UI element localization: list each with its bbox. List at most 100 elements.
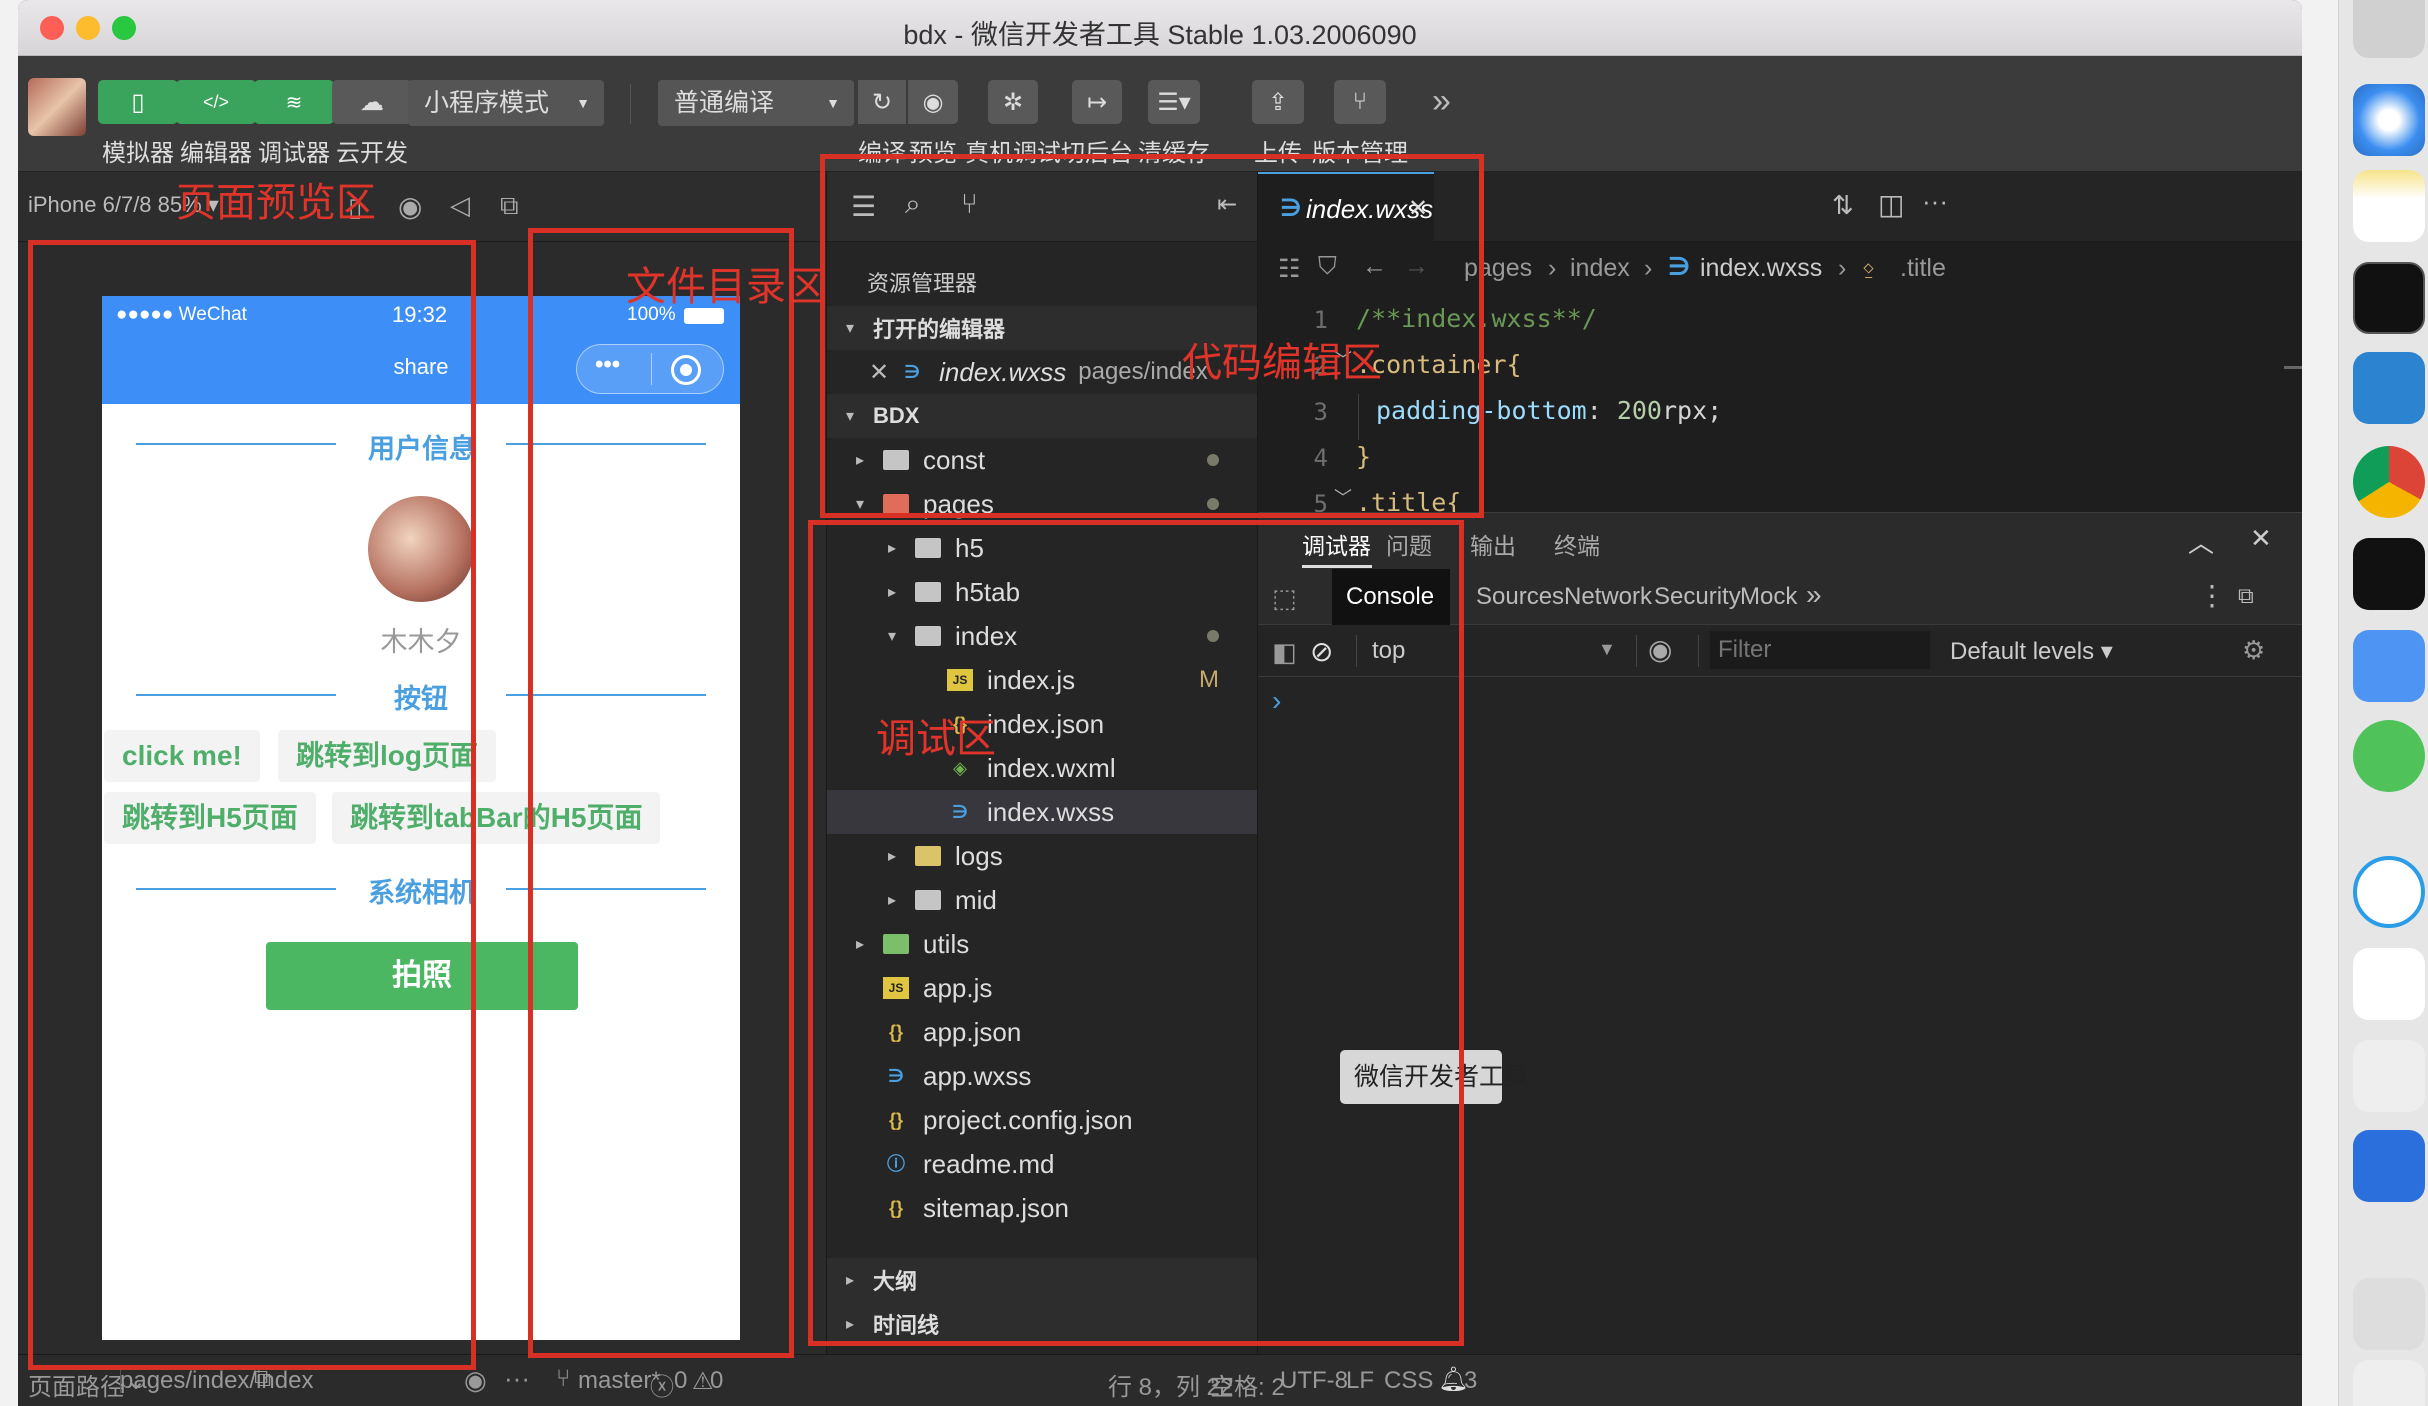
encoding[interactable]: UTF-8 — [1280, 1367, 1348, 1395]
more-tabs-icon[interactable]: » — [1806, 579, 1822, 611]
line-ending[interactable]: LF — [1346, 1367, 1374, 1395]
mode-select-value: 小程序模式 — [424, 89, 550, 117]
compare-changes-icon[interactable]: ⇅ — [1832, 190, 1854, 221]
wechat-devtools-icon[interactable] — [2353, 1040, 2425, 1112]
chevron-down-icon: ▼ — [576, 95, 590, 111]
code-area-outline — [820, 154, 1484, 518]
toolbar-divider — [630, 84, 631, 124]
breadcrumb-sep: › — [1644, 254, 1653, 282]
upload-button[interactable]: ⇪ — [1252, 80, 1304, 124]
title-bar: bdx - 微信开发者工具 Stable 1.03.2006090 — [18, 0, 2302, 56]
cloud-dev-label: 云开发 — [336, 140, 408, 167]
switch-background-icon: ↦ — [1086, 88, 1108, 116]
warning-count[interactable]: 0 — [710, 1367, 723, 1395]
page-path-label: 页面路径 — [28, 1374, 124, 1401]
debug-area-label: 调试区 — [876, 716, 996, 762]
baidu-netdisk-icon[interactable] — [2353, 948, 2425, 1020]
branch-icon: ⑂ — [556, 1365, 571, 1392]
cloud-icon: ☁ — [360, 88, 384, 116]
home-button-icon[interactable]: ◉ — [398, 190, 422, 223]
phone-icon: ▯ — [131, 88, 145, 116]
layers-icon: ☰▾ — [1157, 88, 1191, 116]
breadcrumb-sep: › — [1838, 254, 1847, 282]
safari-icon[interactable] — [2353, 84, 2425, 156]
avatar[interactable] — [28, 78, 86, 136]
detach-window-icon[interactable]: ⧉ — [500, 190, 519, 222]
kebab-menu-icon[interactable]: ⋮ — [2198, 579, 2226, 612]
breadcrumb-symbol[interactable]: .title — [1900, 254, 1946, 283]
remote-debug-button[interactable]: ✲ — [988, 80, 1038, 124]
preview-area-outline — [28, 240, 476, 1370]
tab-mock[interactable]: Mock — [1740, 583, 1797, 611]
compile-button[interactable]: ↻ — [858, 80, 906, 124]
error-count[interactable]: 0 — [674, 1367, 687, 1395]
preview-app-icon[interactable] — [2353, 1278, 2425, 1350]
volume-icon[interactable]: ◁ — [450, 190, 470, 221]
notes-icon[interactable] — [2353, 170, 2425, 242]
more-icon[interactable]: ··· — [504, 1363, 530, 1394]
tab-terminal[interactable]: 终端 — [1554, 527, 1600, 561]
activity-monitor-icon[interactable] — [2353, 262, 2425, 334]
gear-icon[interactable]: ⚙ — [2242, 635, 2265, 666]
eye-icon: ◉ — [922, 88, 944, 116]
trash-icon[interactable] — [2353, 1360, 2425, 1406]
tab-security[interactable]: Security — [1654, 583, 1741, 611]
symbol-class-icon: ⍚ — [1862, 252, 1878, 280]
clear-cache-button[interactable]: ☰▾ — [1148, 80, 1200, 124]
git-branch[interactable]: master* — [578, 1367, 661, 1395]
breadcrumb-file[interactable]: index.wxss — [1700, 254, 1822, 283]
notification-count: 3 — [1464, 1367, 1478, 1394]
console-filter-input[interactable] — [1710, 631, 1930, 669]
messages-icon[interactable] — [2353, 856, 2425, 928]
terminal-icon[interactable] — [2353, 538, 2425, 610]
mac-dock — [2338, 0, 2428, 1406]
page-path-value[interactable]: pages/index/index — [120, 1367, 313, 1395]
devtools-window: bdx - 微信开发者工具 Stable 1.03.2006090 ▯ 模拟器 … — [18, 0, 2302, 1406]
language-mode[interactable]: CSS — [1384, 1367, 1433, 1395]
indentation[interactable]: 空格: 2 — [1210, 1367, 1285, 1402]
compile-select-value: 普通编译 — [674, 89, 775, 117]
vscode-icon[interactable] — [2353, 352, 2425, 424]
editor-toggle-button[interactable]: </> — [176, 80, 256, 124]
rocket-app-icon[interactable] — [2353, 0, 2425, 58]
tab-output[interactable]: 输出 — [1470, 527, 1516, 561]
wps-icon[interactable] — [2353, 1130, 2425, 1202]
preview-button[interactable]: ◉ — [908, 80, 958, 124]
branch-icon: ⑂ — [1352, 88, 1368, 115]
debugger-toggle-button[interactable]: ≋ — [254, 80, 334, 124]
mode-select[interactable]: 小程序模式 ▼ — [408, 80, 604, 126]
css-unit: rpx; — [1661, 396, 1723, 425]
window-title: bdx - 微信开发者工具 Stable 1.03.2006090 — [903, 20, 1417, 50]
version-control-button[interactable]: ⑂ — [1334, 80, 1386, 124]
eye-icon[interactable]: ◉ — [1648, 633, 1672, 666]
preview-area-label: 页面预览区 — [176, 180, 376, 226]
tab-sources[interactable]: Sources — [1476, 583, 1564, 611]
writing-app-icon[interactable] — [2353, 630, 2425, 702]
css-value: 200 — [1616, 396, 1662, 425]
toolbar-more-button[interactable]: » — [1432, 82, 1451, 121]
more-actions-icon[interactable]: ··· — [1922, 186, 1948, 217]
upload-icon: ⇪ — [1267, 88, 1289, 116]
breadcrumb-index[interactable]: index — [1570, 254, 1630, 283]
split-editor-icon[interactable]: ◫ — [1878, 188, 1904, 221]
chevron-up-icon[interactable]: ︿ — [2188, 523, 2214, 560]
background-switch-button[interactable]: ↦ — [1072, 80, 1122, 124]
simulator-toggle-button[interactable]: ▯ — [98, 80, 178, 124]
undock-icon[interactable]: ⧉ — [2238, 583, 2254, 609]
wechat-icon[interactable] — [2353, 720, 2425, 792]
css-file-icon: ∋ — [1668, 253, 1691, 281]
log-levels-select[interactable]: Default levels ▾ — [1950, 637, 2113, 666]
files-area-outline — [528, 228, 794, 1358]
chrome-icon[interactable] — [2353, 446, 2425, 518]
code-icon: </> — [202, 91, 230, 112]
error-icon: ⓧ — [650, 1374, 674, 1401]
minimap-marker — [2284, 366, 2302, 369]
refresh-icon: ↻ — [871, 88, 893, 116]
chevron-down-icon: ▼ — [1598, 639, 1616, 659]
compile-select[interactable]: 普通编译 ▼ — [658, 80, 854, 126]
tab-network[interactable]: Network — [1564, 583, 1652, 611]
debug-settings-icon: ≋ — [285, 91, 303, 114]
cloud-dev-button[interactable]: ☁ — [332, 80, 412, 124]
bug-icon: ✲ — [1002, 88, 1024, 116]
close-icon[interactable]: ✕ — [2250, 523, 2272, 554]
